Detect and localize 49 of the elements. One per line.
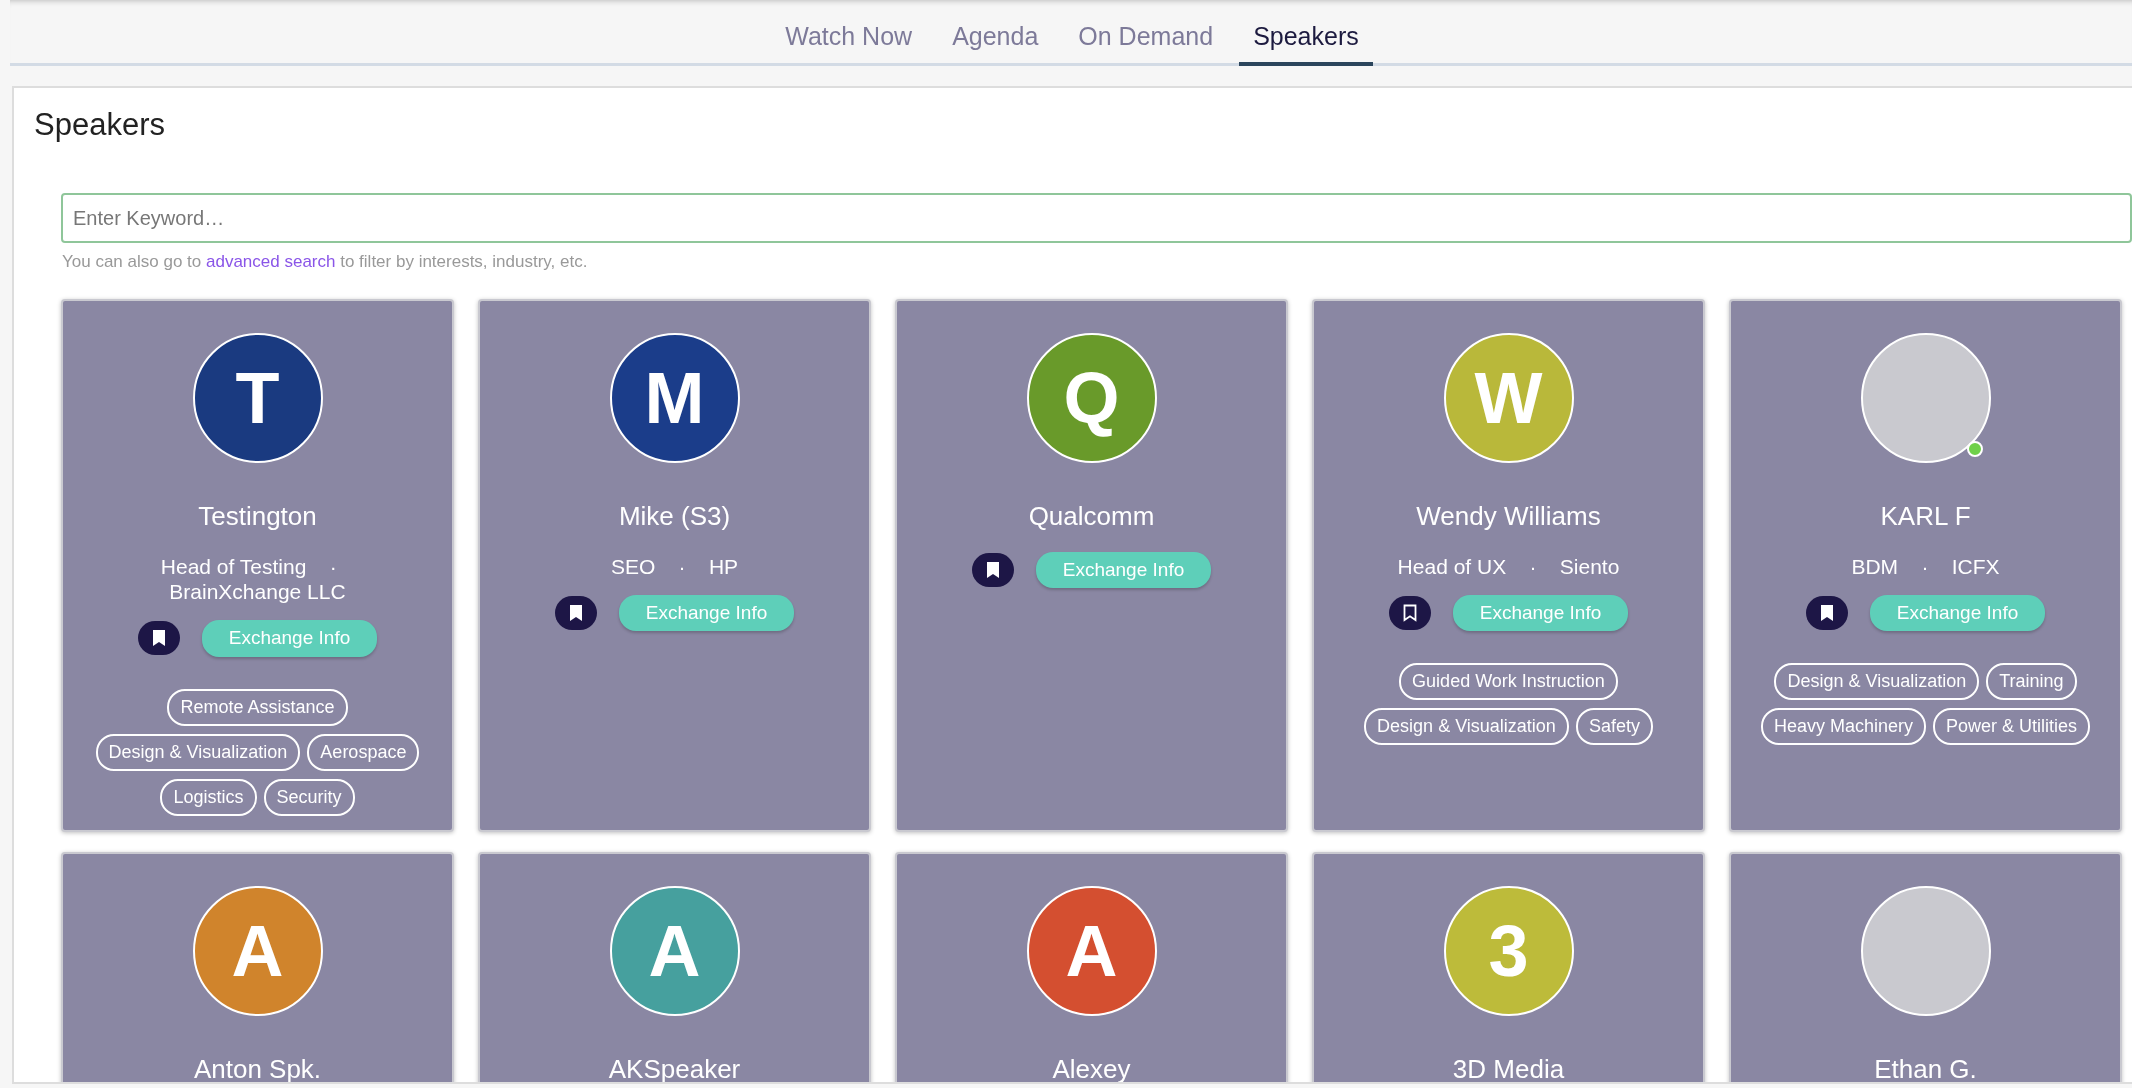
avatar-initial: T	[192, 332, 323, 463]
interest-tag: Safety	[1575, 708, 1653, 746]
interest-tag: Remote Assistance	[167, 688, 348, 726]
interest-tag: Design & Visualization	[95, 733, 301, 771]
avatar-initial: 3	[1443, 885, 1574, 1016]
interest-tag: Design & Visualization	[1774, 663, 1980, 701]
speaker-role: Head of UX · Siento	[1397, 553, 1620, 579]
interest-tag: Aerospace	[307, 733, 420, 771]
nav-tab[interactable]: Speakers	[1239, 0, 1373, 66]
interest-tag: Heavy Machinery	[1760, 708, 1926, 746]
interest-tag: Training	[1986, 663, 2077, 701]
nav-tab[interactable]: Watch Now	[771, 0, 927, 66]
nav-tab[interactable]: Agenda	[938, 0, 1053, 66]
bookmark-button[interactable]	[1388, 596, 1431, 631]
page-title: Speakers	[34, 106, 166, 144]
avatar-initial: A	[192, 885, 323, 1016]
avatar-initial: Q	[1026, 332, 1157, 463]
bookmark-button[interactable]	[137, 621, 180, 656]
interest-tag: Power & Utilities	[1933, 708, 2091, 746]
avatar-initial: W	[1443, 332, 1574, 463]
bookmark-icon	[1402, 604, 1417, 623]
avatar-initial: A	[609, 885, 740, 1016]
search-hint: You can also go to advanced search to filter by interests, industry, etc.	[62, 251, 589, 274]
interest-tag: Design & Visualization	[1364, 708, 1569, 746]
speaker-name: Ethan G.	[1874, 1052, 1977, 1082]
avatar-initial: A	[1026, 885, 1157, 1016]
speaker-role: BDM · ICFX	[1851, 553, 2000, 579]
speaker-name: Mike (S3)	[618, 499, 731, 533]
advanced-search-link[interactable]: advanced search	[206, 252, 336, 272]
avatar-initial: M	[609, 332, 740, 463]
speaker-name: 3D Media	[1452, 1052, 1565, 1082]
bookmark-button[interactable]	[1805, 596, 1848, 631]
bookmark-icon	[1819, 604, 1834, 623]
bookmark-icon	[568, 604, 583, 623]
speaker-name: Qualcomm	[1028, 499, 1155, 533]
speaker-name: Wendy Williams	[1416, 499, 1601, 533]
speaker-role: SEO · HP	[610, 553, 739, 579]
bookmark-button[interactable]	[554, 596, 597, 631]
bookmark-icon	[151, 629, 166, 648]
interest-tag: Guided Work Instruction	[1399, 663, 1618, 701]
search-field[interactable]: Enter Keyword…	[61, 193, 2132, 244]
speaker-name: KARL F	[1880, 499, 1971, 533]
nav-tab[interactable]: On Demand	[1064, 0, 1228, 66]
speaker-name: Testington	[198, 499, 317, 533]
interest-tag: Logistics	[160, 778, 257, 816]
bookmark-button[interactable]	[971, 552, 1014, 587]
interest-tag: Security	[263, 778, 355, 816]
bookmark-icon	[985, 560, 1000, 579]
speaker-role: Head of Testing · BrainXchange LLC	[159, 553, 347, 605]
